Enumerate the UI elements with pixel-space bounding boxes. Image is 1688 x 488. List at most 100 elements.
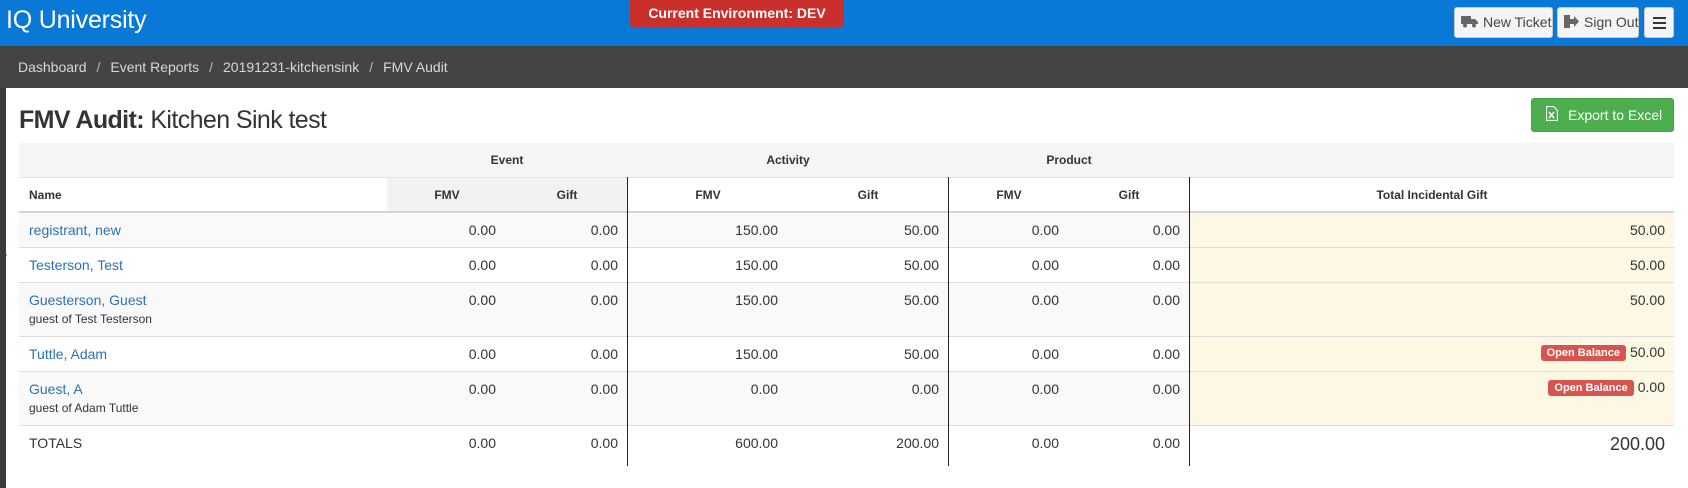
breadcrumb-separator: / xyxy=(96,59,101,75)
total-value: 0.00 xyxy=(1637,379,1665,395)
environment-banner: Current Environment: DEV xyxy=(630,0,844,28)
total-incidental-gift-cell: 50.00 xyxy=(1190,222,1665,238)
totals-label: TOTALS xyxy=(29,435,83,451)
value-cell-pr-fmv: 0.00 xyxy=(1031,222,1059,238)
group-product-header: Product xyxy=(1046,153,1092,167)
column-activity-fmv[interactable]: FMV xyxy=(628,188,788,202)
name-cell: Tuttle, Adam xyxy=(29,346,107,362)
total-ac-gift: 200.00 xyxy=(896,435,939,451)
value-cell-ev-fmv: 0.00 xyxy=(468,346,496,362)
value-cell-ac-gift: 50.00 xyxy=(903,292,939,308)
attendee-name-link[interactable]: Guest, A xyxy=(29,381,83,397)
guest-of-note: guest of Adam Tuttle xyxy=(29,401,139,415)
grand-total: 200.00 xyxy=(1609,434,1665,454)
total-incidental-gift-cell: Open Balance 0.00 xyxy=(1190,379,1665,396)
total-pr-fmv: 0.00 xyxy=(1031,435,1059,451)
group-header-row: Event Activity Product xyxy=(19,143,1674,177)
export-to-excel-button[interactable]: Export to Excel xyxy=(1531,98,1674,132)
value-cell-ac-fmv: 150.00 xyxy=(735,346,778,362)
sign-out-button[interactable]: Sign Out xyxy=(1557,7,1639,38)
value-cell-ac-gift: 50.00 xyxy=(903,222,939,238)
group-separator xyxy=(948,177,949,466)
value-cell-pr-gift: 0.00 xyxy=(1152,346,1180,362)
attendee-name-link[interactable]: Guesterson, Guest xyxy=(29,292,147,308)
total-incidental-gift-cell: Open Balance 50.00 xyxy=(1190,344,1665,361)
value-cell-ev-gift: 0.00 xyxy=(590,257,618,273)
attendee-name-link[interactable]: Tuttle, Adam xyxy=(29,346,107,362)
excel-file-icon xyxy=(1545,100,1559,132)
app-title[interactable]: IQ University xyxy=(6,6,147,35)
total-ac-fmv: 600.00 xyxy=(735,435,778,451)
breadcrumb-separator: / xyxy=(369,59,374,75)
total-value: 50.00 xyxy=(1629,222,1665,238)
breadcrumb: Dashboard / Event Reports / 20191231-kitchen… xyxy=(18,59,448,75)
value-cell-ac-fmv: 150.00 xyxy=(735,257,778,273)
total-value: 50.00 xyxy=(1629,344,1665,360)
total-incidental-gift-cell: 50.00 xyxy=(1190,257,1665,273)
sidebar-toggle-arrow[interactable] xyxy=(0,248,7,262)
column-total-incidental-gift[interactable]: Total Incidental Gift xyxy=(1190,188,1674,202)
value-cell-ac-gift: 50.00 xyxy=(903,257,939,273)
table-row: registrant, new 0.00 0.00 150.00 50.00 0.00 0.… xyxy=(19,213,1674,247)
page-title-event: Kitchen Sink test xyxy=(150,106,327,134)
sign-out-label: Sign Out xyxy=(1584,14,1639,30)
truck-icon xyxy=(1461,9,1478,38)
total-ev-gift: 0.00 xyxy=(590,435,618,451)
name-cell: Guest, A guest of Adam Tuttle xyxy=(29,381,138,415)
totals-row: TOTALS 0.00 0.00 600.00 200.00 0.00 0.00 200.00 xyxy=(19,426,1674,466)
value-cell-ev-gift: 0.00 xyxy=(590,292,618,308)
total-incidental-gift-cell: 50.00 xyxy=(1190,292,1665,308)
group-activity-header: Activity xyxy=(766,153,810,167)
value-cell-ac-gift: 50.00 xyxy=(903,346,939,362)
value-cell-pr-fmv: 0.00 xyxy=(1031,292,1059,308)
value-cell-pr-fmv: 0.00 xyxy=(1031,257,1059,273)
sign-out-icon xyxy=(1564,9,1579,38)
value-cell-pr-gift: 0.00 xyxy=(1152,257,1180,273)
group-separator xyxy=(627,177,628,466)
value-cell-ev-fmv: 0.00 xyxy=(468,257,496,273)
breadcrumb-separator: / xyxy=(209,59,213,75)
column-name[interactable]: Name xyxy=(29,188,62,202)
value-cell-ac-fmv: 150.00 xyxy=(735,292,778,308)
attendee-name-link[interactable]: registrant, new xyxy=(29,222,121,238)
column-event-fmv[interactable]: FMV xyxy=(387,188,507,202)
value-cell-ev-gift: 0.00 xyxy=(590,222,618,238)
new-ticket-button[interactable]: New Ticket xyxy=(1454,7,1553,38)
value-cell-pr-gift: 0.00 xyxy=(1152,292,1180,308)
top-navbar: IQ University Current Environment: DEV N… xyxy=(0,0,1688,46)
total-value: 50.00 xyxy=(1629,257,1665,273)
table-row: Guesterson, Guest guest of Test Testerson… xyxy=(19,283,1674,336)
column-header-row: Name FMV Gift FMV Gift FMV Gift Total In… xyxy=(19,178,1674,211)
breadcrumb-current: FMV Audit xyxy=(383,59,448,75)
value-cell-ev-fmv: 0.00 xyxy=(468,292,496,308)
group-separator xyxy=(1189,177,1190,466)
total-ev-fmv: 0.00 xyxy=(468,435,496,451)
breadcrumb-event-reports[interactable]: Event Reports xyxy=(110,59,199,75)
value-cell-ac-fmv: 150.00 xyxy=(735,222,778,238)
value-cell-ev-fmv: 0.00 xyxy=(468,222,496,238)
page-title: FMV Audit: Kitchen Sink test xyxy=(19,106,327,135)
column-activity-gift[interactable]: Gift xyxy=(788,188,948,202)
sidebar-collapsed-strip[interactable] xyxy=(0,88,6,488)
total-value: 50.00 xyxy=(1629,292,1665,308)
column-product-fmv[interactable]: FMV xyxy=(949,188,1069,202)
table-row: Guest, A guest of Adam Tuttle 0.00 0.00 0.00… xyxy=(19,372,1674,425)
column-product-gift[interactable]: Gift xyxy=(1069,188,1189,202)
guest-of-note: guest of Test Testerson xyxy=(29,312,152,326)
group-event-header: Event xyxy=(490,153,524,167)
name-cell: Testerson, Test xyxy=(29,257,123,273)
value-cell-ac-gift: 0.00 xyxy=(911,381,939,397)
attendee-name-link[interactable]: Testerson, Test xyxy=(29,257,123,273)
table-row: Tuttle, Adam 0.00 0.00 150.00 50.00 0.00 0.00 O… xyxy=(19,337,1674,371)
breadcrumb-bar: Dashboard / Event Reports / 20191231-kitchen… xyxy=(0,46,1688,88)
menu-button[interactable] xyxy=(1644,7,1674,38)
column-event-gift[interactable]: Gift xyxy=(507,188,627,202)
value-cell-ev-fmv: 0.00 xyxy=(468,381,496,397)
value-cell-ev-gift: 0.00 xyxy=(590,346,618,362)
value-cell-pr-fmv: 0.00 xyxy=(1031,381,1059,397)
breadcrumb-event[interactable]: 20191231-kitchensink xyxy=(223,59,359,75)
total-cell-bg xyxy=(1190,283,1674,336)
value-cell-pr-gift: 0.00 xyxy=(1152,381,1180,397)
export-label: Export to Excel xyxy=(1568,107,1663,123)
breadcrumb-dashboard[interactable]: Dashboard xyxy=(18,59,87,75)
